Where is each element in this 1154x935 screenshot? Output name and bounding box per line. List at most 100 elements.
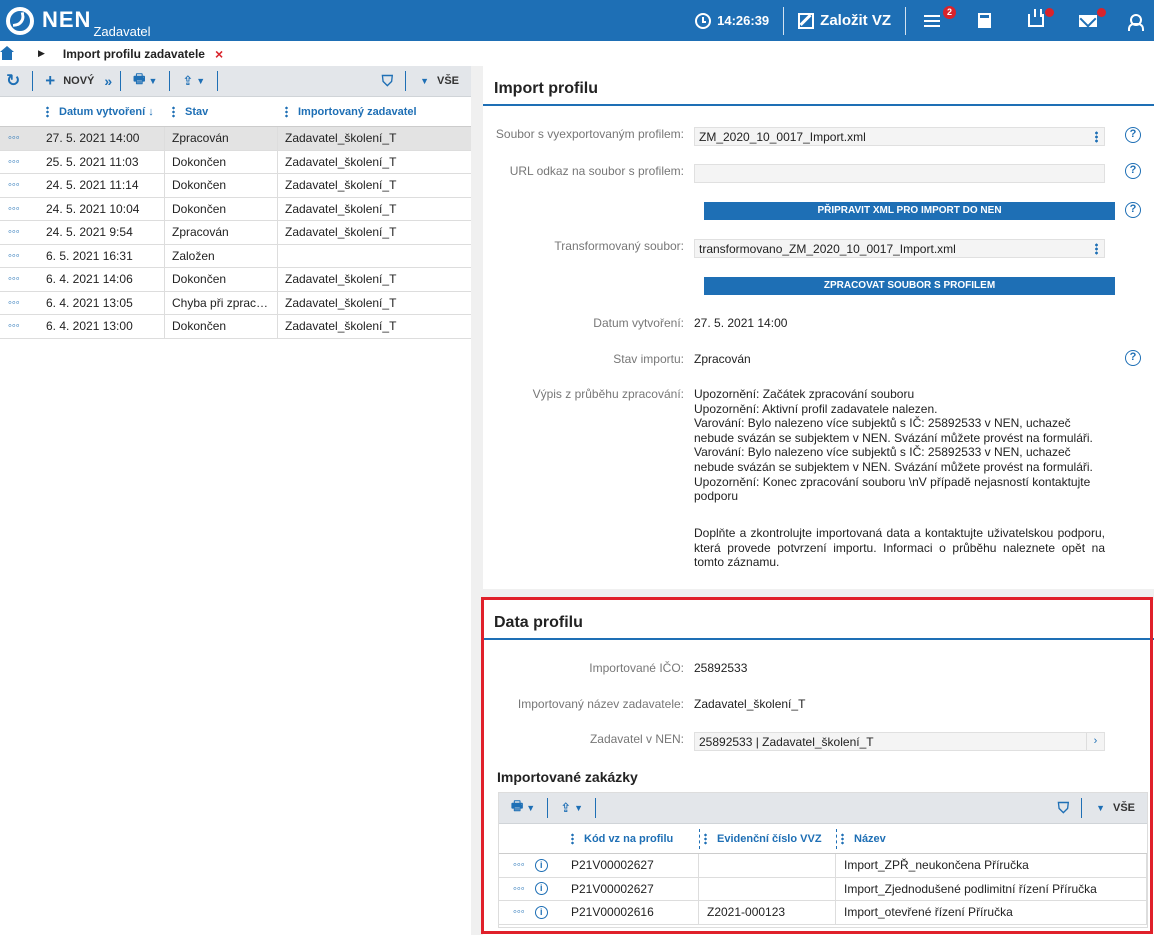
row-menu-icon[interactable]: ◦◦◦ xyxy=(513,859,525,871)
mail-button[interactable] xyxy=(1062,0,1114,41)
print-icon[interactable]: 🖶 ▼ xyxy=(499,797,543,819)
table-row[interactable]: ◦◦◦ i P21V00002616 Z2021-000123 Import_otevř… xyxy=(499,901,1147,925)
more-icon[interactable] xyxy=(1095,243,1098,255)
row-entity: Zadavatel_školení_T xyxy=(285,154,397,169)
row-state: Založen xyxy=(165,244,278,267)
help-icon[interactable]: ? xyxy=(1125,163,1141,179)
date-row: Datum vytvoření: 27. 5. 2021 14:00 xyxy=(593,316,788,330)
row-menu-icon[interactable]: ◦◦◦ xyxy=(0,273,44,285)
add-icon[interactable]: + xyxy=(37,71,63,91)
table-row[interactable]: ◦◦◦ i P21V00002627 Import_ZPŘ_neukončena Př… xyxy=(499,854,1147,878)
row-date: 6. 5. 2021 16:31 xyxy=(44,244,165,267)
table-row[interactable]: ◦◦◦ 25. 5. 2021 11:03 Dokončen Zadavatel_šk… xyxy=(0,150,471,174)
filter-all-label[interactable]: VŠE xyxy=(437,75,459,87)
row-date: 6. 4. 2021 14:06 xyxy=(44,268,165,291)
row-entity: Zadavatel_školení_T xyxy=(285,295,397,310)
column-code[interactable]: Kód vz na profilu xyxy=(563,832,699,845)
export-icon[interactable]: ⇪ ▼ xyxy=(552,800,591,816)
row-menu-icon[interactable]: ◦◦◦ xyxy=(0,250,44,262)
state-row: Stav importu: Zpracován xyxy=(613,352,751,366)
create-vz-button[interactable]: Založit VZ xyxy=(784,0,905,41)
refresh-icon[interactable]: ↻ xyxy=(0,71,28,91)
row-menu-icon[interactable]: ◦◦◦ xyxy=(0,132,44,144)
export-icon[interactable]: ⇪ ▼ xyxy=(174,73,213,89)
column-name[interactable]: Název xyxy=(836,828,1147,849)
table-row[interactable]: ◦◦◦ 27. 5. 2021 14:00 Zpracován Zadavatel_š… xyxy=(0,127,471,151)
row-name: Import_otevřené řízení Příručka xyxy=(836,901,1147,924)
table-row[interactable]: ◦◦◦ i P21V00002627 Import_Zjednodušené podl… xyxy=(499,877,1147,901)
user-button[interactable] xyxy=(1114,0,1154,41)
row-menu-icon[interactable]: ◦◦◦ xyxy=(0,320,44,332)
inbox-button[interactable] xyxy=(1010,0,1062,41)
calculator-button[interactable] xyxy=(958,0,1010,41)
notification-badge: 2 xyxy=(943,6,956,19)
info-icon[interactable]: i xyxy=(534,882,548,896)
row-menu-icon[interactable]: ◦◦◦ xyxy=(0,297,44,309)
row-vvz: Z2021-000123 xyxy=(699,901,836,924)
more-icon[interactable] xyxy=(1095,131,1098,143)
filter-dropdown-icon[interactable]: ▼ xyxy=(1096,803,1105,813)
orders-toolbar: 🖶 ▼ ⇪ ▼ ⛉ ▼ VŠE xyxy=(499,793,1147,824)
close-tab-icon[interactable]: × xyxy=(215,46,223,62)
row-menu-icon[interactable]: ◦◦◦ xyxy=(0,203,44,215)
info-icon[interactable]: i xyxy=(534,905,548,919)
column-state[interactable]: Stav xyxy=(165,105,278,118)
row-date: 24. 5. 2021 11:14 xyxy=(44,174,165,197)
filter-icon[interactable]: ⛉ xyxy=(1050,800,1077,817)
row-entity: Zadavatel_školení_T xyxy=(285,272,397,287)
session-clock: 14:26:39 xyxy=(681,0,783,41)
breadcrumb-current[interactable]: Import profilu zadavatele xyxy=(63,47,205,61)
help-icon[interactable]: ? xyxy=(1125,350,1141,366)
table-row[interactable]: ◦◦◦ 6. 4. 2021 14:06 Dokončen Zadavatel_ško… xyxy=(0,268,471,292)
table-row[interactable]: ◦◦◦ 6. 4. 2021 13:00 Dokončen Zadavatel_ško… xyxy=(0,315,471,339)
row-entity: Zadavatel_školení_T xyxy=(285,131,397,146)
hamburger-icon xyxy=(924,14,940,27)
orders-header: Kód vz na profilu Evidenční číslo VVZ Ná… xyxy=(499,824,1147,854)
table-row[interactable]: ◦◦◦ 6. 4. 2021 13:05 Chyba při zprac… Zadav… xyxy=(0,291,471,315)
print-icon[interactable]: 🖶 ▼ xyxy=(125,70,165,92)
row-menu-icon[interactable]: ◦◦◦ xyxy=(0,226,44,238)
date-value: 27. 5. 2021 14:00 xyxy=(694,316,788,330)
file-field[interactable]: ZM_2020_10_0017_Import.xml xyxy=(694,127,1105,146)
column-date[interactable]: Datum vytvoření ↓ xyxy=(44,105,165,118)
row-menu-icon[interactable]: ◦◦◦ xyxy=(513,883,525,895)
help-icon[interactable]: ? xyxy=(1125,127,1141,143)
list-toolbar: ↻ + NOVÝ » 🖶 ▼ ⇪ ▼ ⛉ ▼ VŠE xyxy=(0,66,471,97)
table-row[interactable]: ◦◦◦ 24. 5. 2021 9:54 Zpracován Zadavatel_šk… xyxy=(0,221,471,245)
table-row[interactable]: ◦◦◦ 24. 5. 2021 11:14 Dokončen Zadavatel_šk… xyxy=(0,174,471,198)
row-date: 27. 5. 2021 14:00 xyxy=(44,127,165,150)
column-entity[interactable]: Importovaný zadavatel xyxy=(278,105,471,118)
home-icon[interactable] xyxy=(0,45,14,60)
inbox-alert-dot xyxy=(1045,8,1054,17)
expand-icon[interactable]: » xyxy=(100,73,116,89)
row-code: P21V00002616 xyxy=(563,901,699,924)
prepare-xml-button[interactable]: PŘIPRAVIT XML PRO IMPORT DO NEN xyxy=(704,202,1115,220)
column-vvz[interactable]: Evidenční číslo VVZ xyxy=(699,828,836,849)
row-state: Dokončen xyxy=(165,197,278,220)
table-row[interactable]: ◦◦◦ 6. 5. 2021 16:31 Založen xyxy=(0,244,471,268)
row-menu-icon[interactable]: ◦◦◦ xyxy=(513,906,525,918)
help-icon[interactable]: ? xyxy=(1125,202,1141,218)
info-icon[interactable]: i xyxy=(534,858,548,872)
breadcrumb: ▶ Import profilu zadavatele × xyxy=(0,41,1154,66)
filter-all-label[interactable]: VŠE xyxy=(1113,802,1135,814)
row-menu-icon[interactable]: ◦◦◦ xyxy=(0,156,44,168)
mail-alert-dot xyxy=(1097,8,1106,17)
url-input[interactable] xyxy=(694,164,1105,183)
filter-dropdown-icon[interactable]: ▼ xyxy=(420,76,429,86)
nen-logo-icon xyxy=(6,7,34,35)
table-row[interactable]: ◦◦◦ 24. 5. 2021 10:04 Dokončen Zadavatel_šk… xyxy=(0,197,471,221)
row-entity: Zadavatel_školení_T xyxy=(285,178,397,193)
filter-icon[interactable]: ⛉ xyxy=(374,73,401,90)
clock-time: 14:26:39 xyxy=(717,13,770,28)
log-row: Výpis z průběhu zpracování: Upozornění: … xyxy=(483,387,1154,504)
row-vvz xyxy=(699,877,836,900)
row-menu-icon[interactable]: ◦◦◦ xyxy=(0,179,44,191)
new-button[interactable]: NOVÝ xyxy=(63,75,94,87)
nen-logo[interactable]: NEN Zadavatel xyxy=(0,0,151,41)
row-state: Chyba při zprac… xyxy=(165,291,278,314)
menu-button[interactable]: 2 xyxy=(906,0,958,41)
transformed-field[interactable]: transformovano_ZM_2020_10_0017_Import.xm… xyxy=(694,239,1105,258)
app-subtitle: Zadavatel xyxy=(93,24,151,39)
process-profile-button[interactable]: ZPRACOVAT SOUBOR S PROFILEM xyxy=(704,277,1115,295)
